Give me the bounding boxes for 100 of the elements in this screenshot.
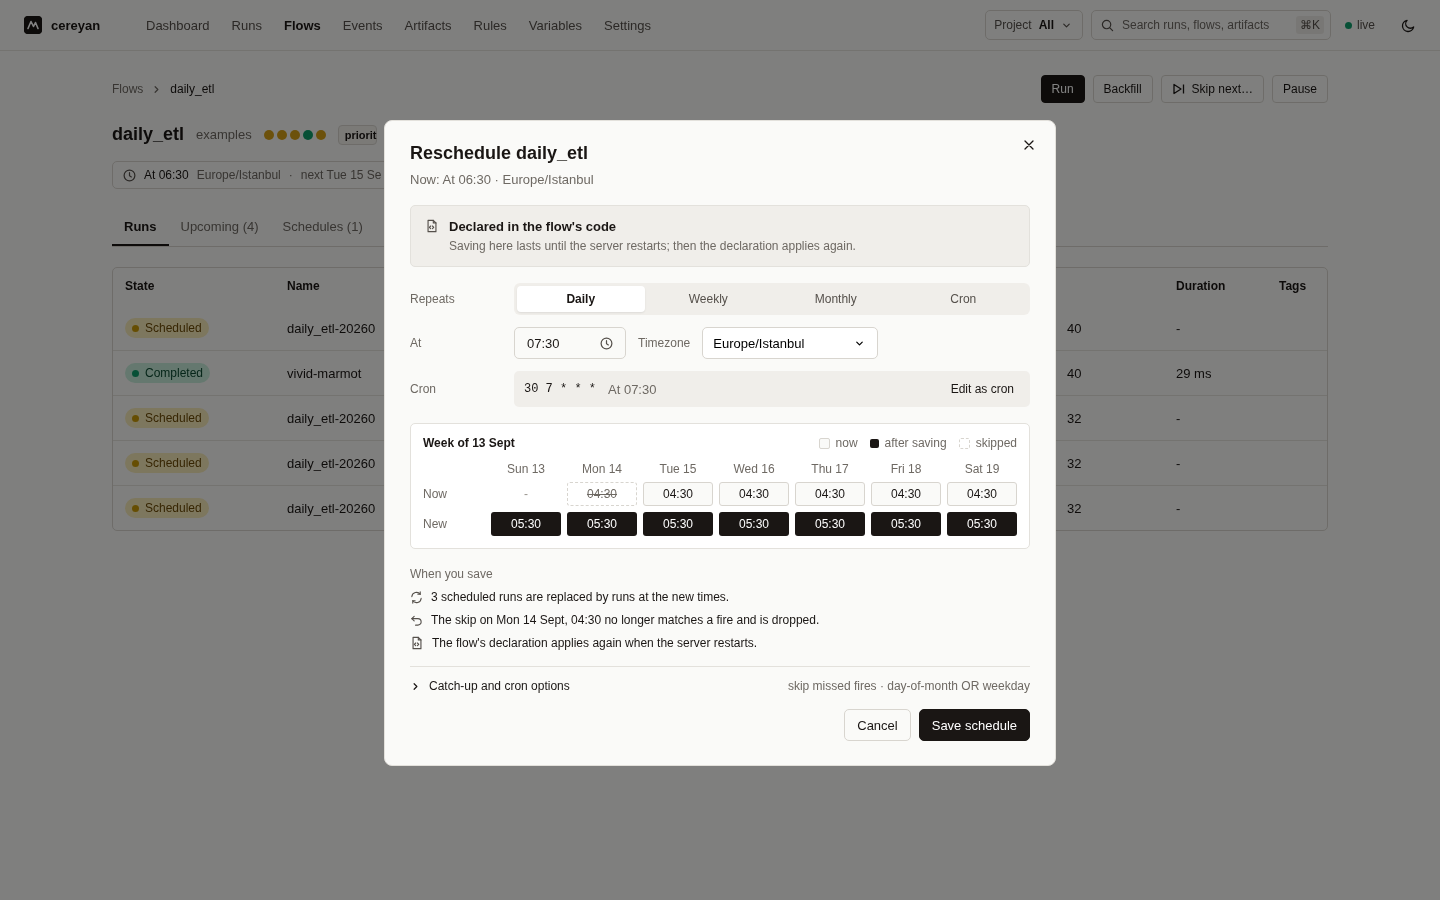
row-label: Now	[423, 487, 448, 501]
breadcrumb-item[interactable]: Flows	[112, 82, 144, 96]
cancel-button[interactable]: Cancel	[844, 709, 911, 741]
moon-icon[interactable]	[1401, 17, 1416, 33]
skip-icon	[1171, 82, 1186, 96]
project-select[interactable]: Project All	[985, 10, 1083, 40]
nav-item[interactable]: Flows	[272, 0, 332, 50]
duration-cell: -	[1176, 410, 1181, 426]
field-label: At	[410, 336, 423, 350]
run-name[interactable]: daily_etl-20260	[287, 410, 376, 426]
timezone-select[interactable]: Europe/Istanbul	[702, 327, 879, 359]
time-slot: 04:30	[795, 482, 865, 506]
time-slot: 04:30	[947, 482, 1017, 506]
nav-item[interactable]: Dashboard	[135, 0, 221, 50]
effect-text: The skip on Mon 14 Sept, 04:30 no longer matches a fire and is dropped.	[431, 613, 820, 627]
legend-swatch	[869, 438, 879, 448]
search-icon	[1101, 18, 1114, 32]
notice-text: Saving here lasts until the server restarts; then the declaration applies again.	[449, 239, 856, 253]
clock-icon	[600, 336, 613, 350]
table-cell: 32	[1067, 410, 1082, 426]
day-header: Wed 16	[732, 462, 776, 476]
duration-cell: -	[1176, 320, 1181, 336]
legend-swatch	[958, 437, 970, 449]
repeat-option[interactable]: Monthly	[772, 286, 900, 312]
action-button[interactable]: Pause	[1271, 75, 1328, 103]
tag: priorit	[337, 124, 378, 145]
time-slot: 04:30	[567, 482, 637, 506]
nav-item[interactable]: Events	[331, 0, 394, 50]
effect-text: 3 scheduled runs are replaced by runs at the new times.	[431, 590, 730, 604]
nav-item[interactable]: Rules	[462, 0, 518, 50]
row-label: New	[423, 517, 448, 531]
tab[interactable]: Runs	[112, 209, 169, 246]
field-label: Cron	[410, 382, 437, 396]
tab[interactable]: Schedules (1)	[270, 209, 375, 246]
nav-item[interactable]: Settings	[593, 0, 662, 50]
status-dot	[1345, 21, 1352, 29]
time-slot: 05:30	[643, 512, 713, 536]
field-label: Timezone	[638, 336, 691, 350]
time-slot: 05:30	[567, 512, 637, 536]
nav-item[interactable]: Variables	[517, 0, 593, 50]
run-name[interactable]: daily_etl-20260	[287, 500, 376, 516]
save-button[interactable]: Save schedule	[918, 709, 1030, 741]
time-slot: -	[491, 482, 561, 506]
shortcut-hint: ⌘K	[1295, 16, 1324, 34]
code-file-icon	[410, 636, 424, 650]
separator: ·	[288, 168, 293, 182]
field-label: Repeats	[410, 292, 456, 306]
next-run: next Tue 15 Se	[300, 168, 382, 182]
day-header: Sat 19	[963, 462, 1001, 476]
run-dot[interactable]	[302, 129, 313, 140]
run-dot[interactable]	[276, 129, 287, 140]
repeat-option[interactable]: Weekly	[644, 286, 772, 312]
nav-item[interactable]: Artifacts	[393, 0, 463, 50]
time-slot: 04:30	[871, 482, 941, 506]
schedule-timezone: Europe/Istanbul	[196, 168, 281, 182]
legend-label: now	[835, 436, 858, 450]
project-name: examples	[196, 127, 252, 142]
logo-icon	[24, 16, 42, 34]
week-title: Week of 13 Sept	[423, 436, 515, 450]
state-badge: Scheduled	[125, 318, 209, 338]
nav-item[interactable]: Runs	[220, 0, 273, 50]
search-field[interactable]: Search runs, flows, artifacts ⌘K	[1091, 10, 1331, 40]
action-button[interactable]: Backfill	[1092, 75, 1153, 103]
run-name[interactable]: daily_etl-20260	[287, 320, 376, 336]
repeat-option[interactable]: Daily	[517, 286, 645, 312]
day-header: Fri 18	[889, 462, 923, 476]
column-header: Tags	[1279, 279, 1307, 293]
legend-swatch	[818, 437, 830, 449]
options-toggle[interactable]: Catch-up and cron options	[410, 679, 570, 693]
time-slot: 04:30	[719, 482, 789, 506]
tab[interactable]: Upcoming (4)	[168, 209, 271, 246]
column-header: Name	[287, 279, 320, 293]
action-button[interactable]: Skip next…	[1160, 75, 1264, 103]
refresh-icon	[410, 590, 423, 604]
duration-cell: -	[1176, 455, 1181, 471]
column-header: State	[125, 279, 155, 293]
table-cell: 40	[1067, 320, 1082, 336]
table-cell: 32	[1067, 455, 1082, 471]
run-dot[interactable]	[263, 129, 274, 140]
flow-title: daily_etl	[112, 124, 185, 145]
effect-text: The flow's declaration applies again when the server restarts.	[432, 636, 758, 650]
time-field[interactable]: 07:30	[514, 327, 626, 359]
dialog-subtitle: Now: At 06:30 · Europe/Istanbul	[410, 172, 595, 187]
time-slot: 05:30	[719, 512, 789, 536]
code-file-icon	[425, 219, 439, 233]
edit-cron-button[interactable]: Edit as cron	[944, 381, 1020, 397]
time-slot: 05:30	[491, 512, 561, 536]
day-header: Mon 14	[581, 462, 623, 476]
run-name[interactable]: vivid-marmot	[287, 365, 362, 381]
table-cell: 40	[1067, 365, 1082, 381]
state-badge: Completed	[125, 363, 211, 383]
notice-title: Declared in the flow's code	[449, 219, 618, 234]
run-name[interactable]: daily_etl-20260	[287, 455, 376, 471]
clock-icon	[123, 168, 136, 182]
run-dot[interactable]	[289, 129, 300, 140]
day-header: Thu 17	[810, 462, 850, 476]
action-button[interactable]: Run	[1040, 75, 1085, 103]
run-dot[interactable]	[315, 129, 326, 140]
day-header: Tue 15	[658, 462, 698, 476]
repeat-option[interactable]: Cron	[899, 286, 1027, 312]
